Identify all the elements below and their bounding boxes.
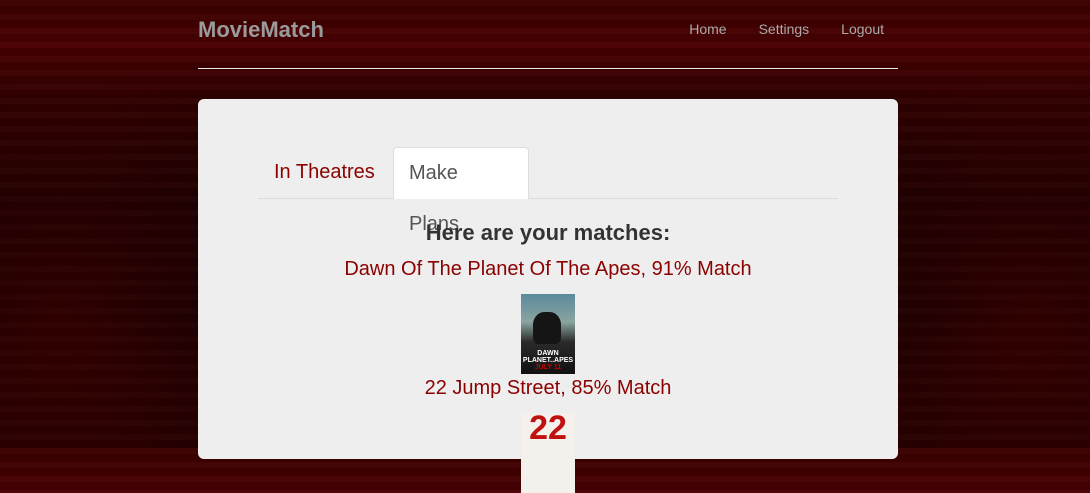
match-title[interactable]: 22 Jump Street, 85% Match <box>198 377 898 400</box>
nav-settings[interactable]: Settings <box>759 21 810 37</box>
brand-logo[interactable]: MovieMatch <box>198 17 324 43</box>
poster-logo: 22 <box>529 413 567 447</box>
nav-logout[interactable]: Logout <box>841 21 884 37</box>
poster-figure <box>533 312 561 344</box>
nav-links: Home Settings Logout <box>689 21 884 37</box>
matches-heading: Here are your matches: <box>425 220 671 245</box>
movie-poster[interactable]: 22 <box>521 413 575 493</box>
tabs: In Theatres Make Plans <box>258 147 838 235</box>
main-panel: In Theatres Make Plans Here are your mat… <box>198 99 898 493</box>
tab-make-plans[interactable]: Make Plans <box>393 147 529 235</box>
poster-logo: DAWN PLANET..APES JULY 11 <box>522 350 574 371</box>
match-title[interactable]: Dawn Of The Planet Of The Apes, 91% Matc… <box>198 258 898 281</box>
movie-poster[interactable]: DAWN PLANET..APES JULY 11 <box>521 294 575 374</box>
navbar: MovieMatch Home Settings Logout <box>198 0 898 69</box>
tab-in-theatres[interactable]: In Theatres <box>259 147 390 198</box>
nav-home[interactable]: Home <box>689 21 726 37</box>
